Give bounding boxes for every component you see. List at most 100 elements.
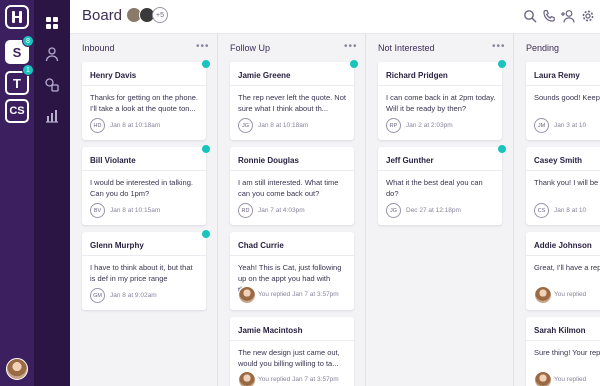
message-preview: I would be interested in talking. Can yo… (90, 178, 193, 198)
board: Inbound ••• Henry Davis Thanks for getti… (70, 34, 600, 386)
lead-card[interactable]: Jeff Gunther What it the best deal you c… (378, 147, 502, 225)
divider (230, 170, 354, 171)
contact-avatar: RP (386, 118, 401, 133)
more-icon[interactable]: ••• (344, 41, 358, 52)
lead-card[interactable]: Jamie Macintosh The new design just came… (230, 317, 354, 386)
contact-name: Sarah Kilmon (534, 326, 586, 335)
divider (230, 255, 354, 256)
unread-dot (350, 60, 358, 68)
contact-avatar: JM (534, 118, 549, 133)
timestamp: You replied Jan 7 at 3:57pm (258, 376, 339, 383)
contact-avatar: BV (90, 203, 105, 218)
contact-photo (238, 371, 256, 386)
contact-avatar: RD (238, 203, 253, 218)
board-grid-icon[interactable] (43, 14, 61, 32)
column-title: Pending (526, 43, 560, 53)
lead-card[interactable]: Chad Currie Yeah! This is Cat, just foll… (230, 232, 354, 310)
contact-avatar: CS (534, 203, 549, 218)
reports-icon[interactable] (43, 107, 61, 125)
lead-card[interactable]: Glenn Murphy I have to think about it, b… (82, 232, 206, 310)
divider (82, 170, 206, 171)
timestamp: Jan 7 at 4:03pm (258, 207, 305, 214)
unread-dot (498, 60, 506, 68)
divider (526, 340, 600, 341)
timestamp: Jan 8 at 10:15am (110, 207, 161, 214)
column-pending: Pending Laura Remy Sounds good! Keep me … (514, 34, 600, 386)
lead-card[interactable]: Sarah Kilmon Sure thing! Your rep will b… (526, 317, 600, 386)
message-preview: I am still interested. What time can you… (238, 178, 339, 198)
workspace-rail: S 8 T 1 CS (0, 0, 34, 386)
top-header: Board +5 (70, 0, 600, 34)
contact-name: Richard Pridgen (386, 71, 448, 80)
timestamp: Jan 8 at 10 (554, 207, 587, 214)
add-user-icon[interactable] (560, 8, 576, 24)
divider (526, 85, 600, 86)
divider (82, 85, 206, 86)
timestamp: You replied (554, 291, 587, 298)
message-preview: The new design just came out, would you … (238, 348, 340, 368)
user-avatar[interactable] (6, 358, 28, 380)
conversations-icon[interactable] (43, 76, 61, 94)
contact-avatar: JG (238, 118, 253, 133)
contact-name: Glenn Murphy (90, 241, 144, 250)
search-icon[interactable] (522, 8, 538, 24)
contact-name: Laura Remy (534, 71, 580, 80)
message-preview: I have to think about it, but that is de… (90, 263, 193, 283)
timestamp: You replied (554, 376, 587, 383)
divider (82, 255, 206, 256)
lead-card[interactable]: Addie Johnson Great, I'll have a reply f… (526, 232, 600, 310)
lead-card[interactable]: Laura Remy Sounds good! Keep me posted, … (526, 62, 600, 140)
message-preview: Thank you! I will be out of town next we… (534, 178, 600, 187)
lead-card[interactable]: Ronnie Douglas I am still interested. Wh… (230, 147, 354, 225)
contact-avatar: HD (90, 118, 105, 133)
contact-name: Chad Currie (238, 241, 284, 250)
contact-photo (238, 286, 256, 304)
divider (526, 255, 600, 256)
column-title: Follow Up (230, 43, 271, 53)
message-preview: I can come back in at 2pm today. Will it… (386, 93, 496, 113)
workspace-label: T (13, 75, 21, 91)
divider (526, 170, 600, 171)
divider (378, 85, 502, 86)
contact-name: Jamie Macintosh (238, 326, 303, 335)
column-title: Inbound (82, 43, 115, 53)
settings-icon[interactable] (580, 8, 596, 24)
contact-name: Ronnie Douglas (238, 156, 299, 165)
workspace-cs[interactable]: CS (5, 99, 29, 123)
more-icon[interactable]: ••• (196, 41, 210, 52)
phone-icon[interactable] (541, 8, 557, 24)
unread-dot (202, 60, 210, 68)
column-inbound: Inbound ••• Henry Davis Thanks for getti… (70, 34, 218, 386)
message-preview: The rep never left the quote. Not sure w… (238, 93, 346, 113)
page-title: Board (82, 7, 123, 24)
message-preview: Great, I'll have a reply for you ASAP (534, 263, 600, 272)
contact-photo (534, 286, 552, 304)
more-members-badge[interactable]: +5 (152, 7, 168, 23)
lead-card[interactable]: Bill Violante I would be interested in t… (82, 147, 206, 225)
timestamp: Jan 8 at 9:02am (110, 292, 157, 299)
timestamp: Jan 8 at 10:18am (110, 122, 161, 129)
notification-badge: 8 (22, 35, 34, 47)
contacts-icon[interactable] (43, 45, 61, 63)
lead-card[interactable]: Jamie Greene The rep never left the quot… (230, 62, 354, 140)
lead-card[interactable]: Henry Davis Thanks for getting on the ph… (82, 62, 206, 140)
contact-name: Casey Smith (534, 156, 583, 165)
lead-card[interactable]: Casey Smith Thank you! I will be out of … (526, 147, 600, 225)
divider (378, 170, 502, 171)
contact-name: Jeff Gunther (386, 156, 434, 165)
workspace-label: CS (9, 105, 25, 117)
message-preview: Thanks for getting on the phone. I'll ta… (90, 93, 198, 113)
nav-rail (34, 0, 70, 386)
timestamp: Dec 27 at 12:18pm (406, 207, 461, 214)
divider (230, 85, 354, 86)
lead-card[interactable]: Richard Pridgen I can come back in at 2p… (378, 62, 502, 140)
column-title: Not Interested (378, 43, 435, 53)
timestamp: Jan 8 at 10:18am (258, 122, 309, 129)
column-follow-up: Follow Up ••• Jamie Greene The rep never… (218, 34, 366, 386)
contact-name: Addie Johnson (534, 241, 592, 250)
unread-dot (202, 145, 210, 153)
more-icon[interactable]: ••• (492, 41, 506, 52)
app-logo[interactable] (5, 5, 29, 29)
contact-name: Jamie Greene (238, 71, 291, 80)
divider (230, 340, 354, 341)
